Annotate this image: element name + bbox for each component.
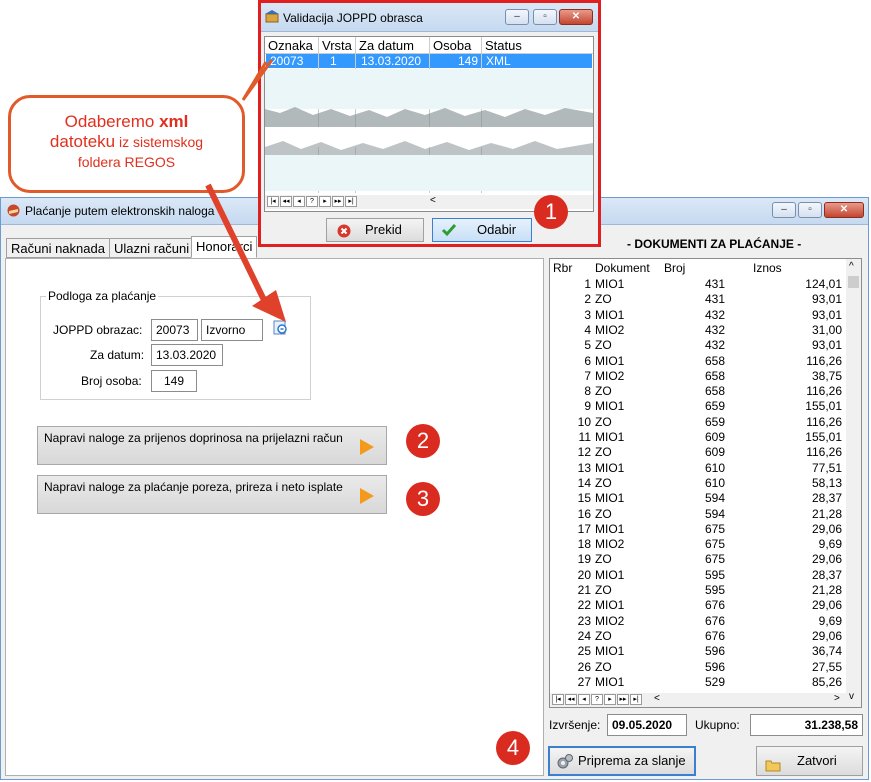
callout-pointer: [241, 59, 274, 101]
annotation-arrows: [205, 59, 286, 322]
arrow-shaft: [205, 183, 267, 302]
arrow-head: [252, 290, 286, 322]
